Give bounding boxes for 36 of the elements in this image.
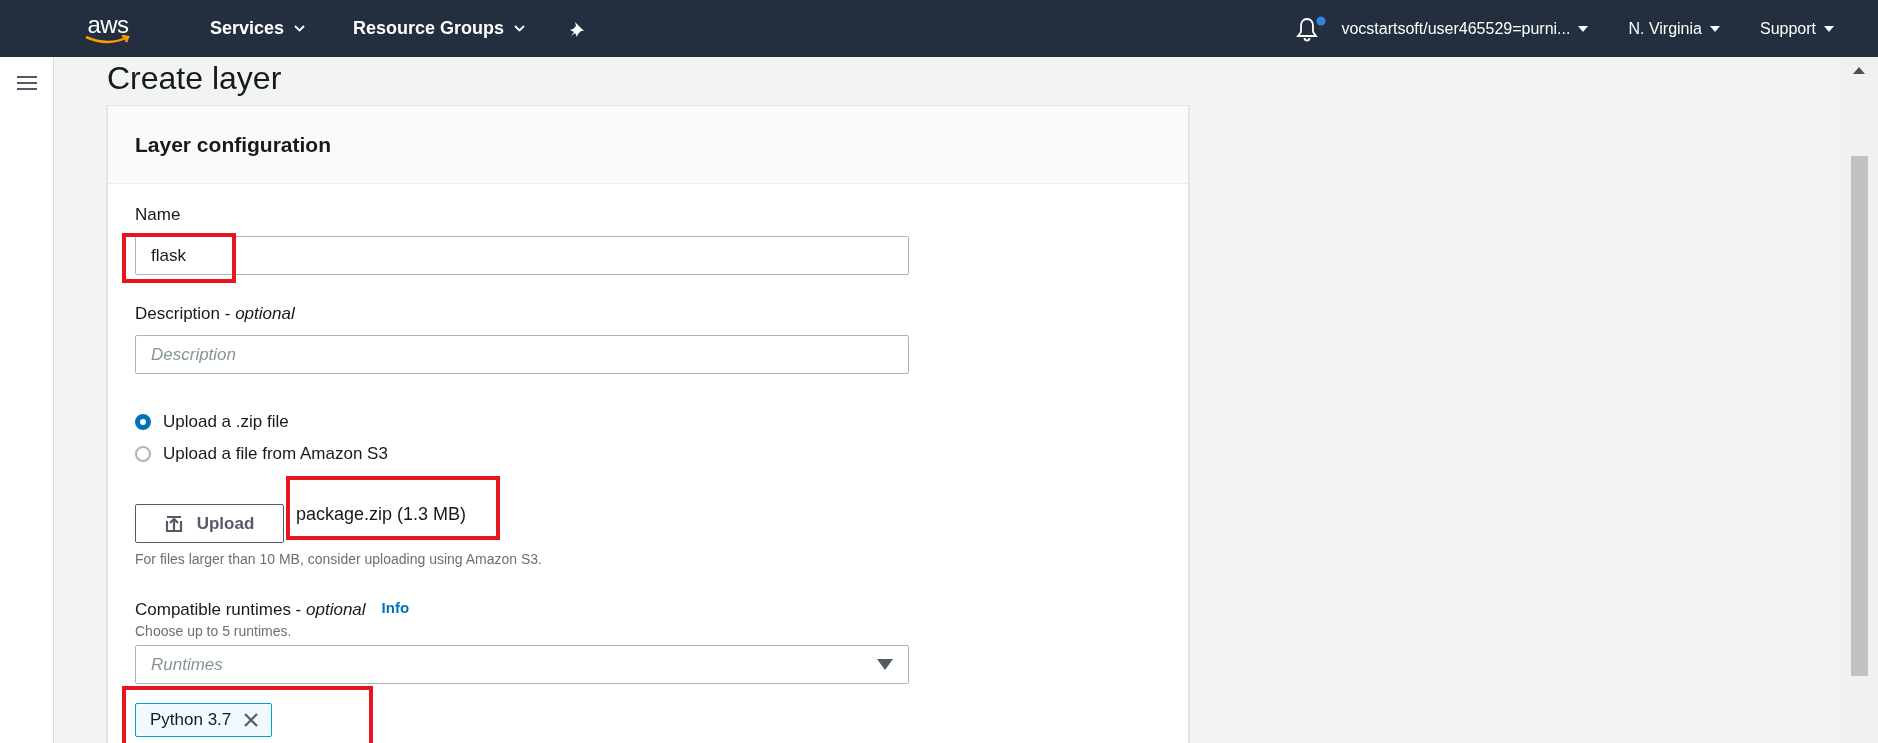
info-link[interactable]: Info bbox=[381, 599, 410, 616]
upload-hint: For files larger than 10 MB, consider uploading using Amazon S3. bbox=[135, 551, 542, 567]
upload-icon bbox=[164, 514, 183, 533]
bell-icon[interactable] bbox=[1295, 15, 1328, 42]
field-label: Compatible runtimes - optional bbox=[135, 599, 366, 621]
account-menu[interactable]: vocstartsoft/user465529=purni... bbox=[1341, 19, 1589, 38]
caret-icon bbox=[294, 25, 306, 32]
radio-option[interactable]: Upload a .zip file bbox=[135, 412, 289, 432]
caret-icon bbox=[514, 25, 526, 32]
support-menu[interactable]: Support bbox=[1759, 19, 1834, 38]
file-name: package.zip (1.3 MB) bbox=[296, 504, 467, 525]
close-icon bbox=[243, 712, 260, 728]
page-title: Create layer bbox=[107, 59, 283, 97]
caret-icon bbox=[1709, 25, 1720, 32]
upload-button[interactable]: Upload bbox=[135, 504, 284, 543]
field-label: Description - optional bbox=[135, 303, 295, 325]
nav-menu[interactable]: Services bbox=[210, 18, 306, 39]
name-field[interactable]: flask bbox=[135, 236, 909, 275]
region-menu[interactable]: N. Virginia bbox=[1628, 19, 1720, 38]
field-hint: Choose up to 5 runtimes. bbox=[135, 623, 292, 639]
caret-icon bbox=[1824, 25, 1834, 32]
pin-icon[interactable] bbox=[569, 20, 586, 37]
logo-text: aws bbox=[87, 12, 129, 37]
remove-button[interactable] bbox=[243, 712, 260, 728]
caret-icon bbox=[1578, 25, 1589, 32]
radio-option[interactable]: Upload a file from Amazon S3 bbox=[135, 444, 388, 464]
runtime-token: Python 3.7 bbox=[135, 703, 273, 737]
menu-icon[interactable] bbox=[16, 75, 37, 91]
card-title: Layer configuration bbox=[135, 132, 332, 157]
nav-menu[interactable]: Resource Groups bbox=[353, 18, 526, 39]
scroll-up-icon[interactable] bbox=[1853, 67, 1865, 74]
smile-arrow-icon bbox=[84, 34, 132, 45]
description-field[interactable]: Description bbox=[135, 335, 909, 374]
field-label: Name bbox=[135, 204, 181, 226]
dropdown-icon bbox=[877, 659, 893, 670]
aws-logo[interactable]: aws bbox=[80, 12, 136, 45]
